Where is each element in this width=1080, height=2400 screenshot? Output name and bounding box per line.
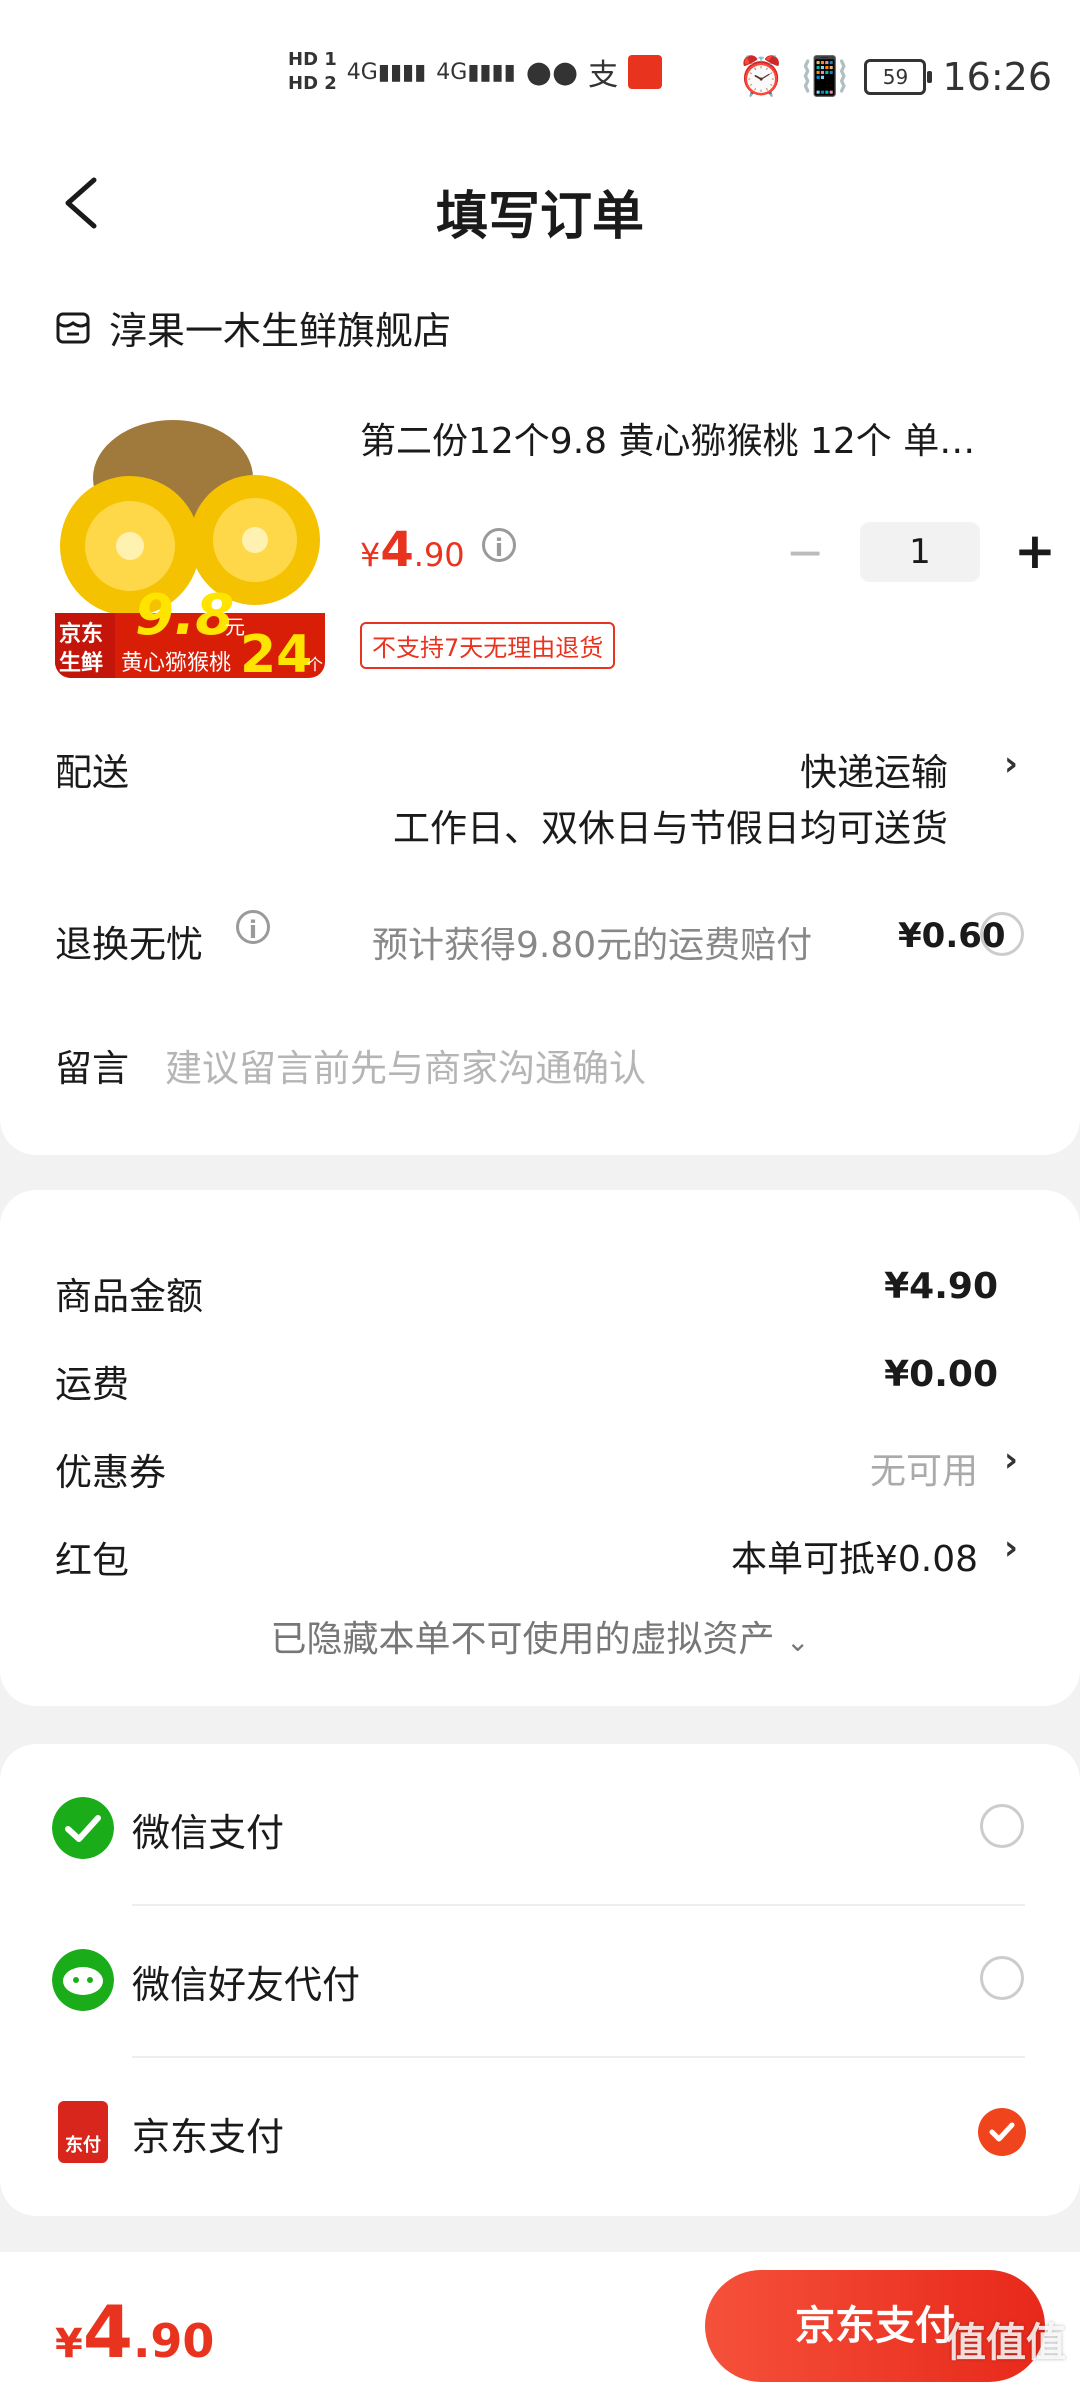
price-info-icon[interactable]: i	[482, 528, 516, 562]
chevron-down-icon: ⌄	[786, 1625, 810, 1658]
battery-icon: 59	[864, 58, 933, 95]
kiwi-image: 京东 生鲜 9.8 元 黄心猕猴桃 24 个	[55, 420, 325, 678]
alarm-icon: ⏰	[737, 54, 786, 98]
redpacket-label: 红包	[55, 1539, 129, 1582]
goods-amount-label: 商品金额	[55, 1275, 203, 1318]
product-price: ¥ 4 .90	[360, 522, 465, 578]
hd2-label: HD 2	[288, 73, 337, 94]
total-price: ¥ 4 .90	[55, 2290, 214, 2374]
status-right: ⏰ 📳 59 16:26	[738, 54, 1052, 99]
no-return-tag: 不支持7天无理由退货	[360, 622, 616, 669]
signal-icon-2: 4G▮▮▮▮	[436, 59, 516, 85]
shop-row[interactable]: 淳果一木生鲜旗舰店	[55, 300, 451, 355]
return-service-label: 退换无忧	[55, 923, 203, 966]
status-left: HD 1 HD 2 4G▮▮▮▮ 4G▮▮▮▮ ●● 支	[288, 48, 663, 96]
payment-radio-jd-checked[interactable]	[978, 2108, 1026, 2156]
shop-icon	[56, 312, 90, 343]
app-notification-icon	[628, 55, 663, 89]
total-decimal: .90	[132, 2314, 215, 2368]
nav-bar: 填写订单	[0, 150, 1080, 260]
payment-option-wechat-friend[interactable]: 微信好友代付	[0, 1904, 1080, 2054]
price-integer: 4	[380, 522, 414, 578]
status-bar: HD 1 HD 2 4G▮▮▮▮ 4G▮▮▮▮ ●● 支 ⏰ 📳 59 16:2…	[0, 0, 1080, 150]
clock: 16:26	[942, 54, 1052, 99]
page-title: 填写订单	[435, 187, 644, 247]
order-item-card: 淳果一木生鲜旗舰店 京东 生鲜 9.8 元 黄心猕猴桃 24 个 第二份12个9…	[0, 260, 1080, 1155]
bottom-bar: ¥ 4 .90 京东支付	[0, 2252, 1080, 2400]
payment-option-jd[interactable]: 东付 京东支付	[0, 2056, 1080, 2206]
payment-label: 微信好友代付	[132, 1963, 361, 2007]
svg-text:京东: 京东	[59, 621, 103, 647]
coupon-label: 优惠券	[55, 1451, 166, 1494]
shop-name: 淳果一木生鲜旗舰店	[109, 309, 452, 353]
svg-text:个: 个	[307, 655, 323, 674]
payment-option-wechat[interactable]: 微信支付	[0, 1752, 1080, 1902]
svg-text:24: 24	[240, 625, 312, 678]
quantity-value[interactable]: 1	[860, 522, 980, 582]
svg-text:黄心猕猴桃: 黄心猕猴桃	[121, 651, 231, 676]
coupon-value[interactable]: 无可用	[870, 1442, 978, 1494]
hidden-assets-label: 已隐藏本单不可使用的虚拟资产	[270, 1619, 775, 1660]
quantity-increase-button[interactable]: +	[1010, 522, 1060, 582]
payment-card: 微信支付 微信好友代付 东付 京东支付	[0, 1744, 1080, 2216]
redpacket-value[interactable]: 本单可抵¥0.08	[731, 1530, 978, 1582]
svg-text:9.8: 9.8	[135, 583, 234, 648]
shipping-label: 运费	[55, 1363, 129, 1406]
payment-radio-wechat-friend[interactable]	[980, 1956, 1024, 2000]
signal-icon: 4G▮▮▮▮	[346, 59, 427, 85]
shipping-value: ¥0.00	[884, 1354, 998, 1395]
return-service-desc: 预计获得9.80元的运费赔付	[372, 925, 813, 966]
hidden-assets-toggle[interactable]: 已隐藏本单不可使用的虚拟资产 ⌄	[0, 1610, 1080, 1662]
watermark: 值值值	[946, 2320, 1066, 2366]
payment-label: 微信支付	[132, 1811, 285, 1855]
payment-radio-wechat[interactable]	[980, 1804, 1024, 1848]
hd1-label: HD 1	[288, 49, 337, 70]
redpacket-chevron-icon[interactable]: ›	[1004, 1528, 1018, 1568]
product-title[interactable]: 第二份12个9.8 黄心猕猴桃 12个 单…	[360, 412, 1010, 464]
delivery-desc: 工作日、双休日与节假日均可送货	[393, 807, 948, 850]
total-integer: 4	[82, 2290, 133, 2374]
amount-card: 商品金额 ¥4.90 运费 ¥0.00 优惠券 无可用 › 红包 本单可抵¥0.…	[0, 1190, 1080, 1706]
message-input[interactable]: 建议留言前先与商家沟通确认	[165, 1038, 646, 1092]
total-symbol: ¥	[55, 2321, 83, 2367]
delivery-label: 配送	[55, 751, 129, 794]
wechat-notification-icon: ●●	[525, 54, 579, 90]
wechat-pay-icon	[52, 1797, 114, 1859]
return-service-radio[interactable]	[980, 912, 1024, 956]
hd-indicator: HD 1 HD 2	[288, 48, 337, 96]
coupon-chevron-icon[interactable]: ›	[1004, 1440, 1018, 1480]
product-image[interactable]: 京东 生鲜 9.8 元 黄心猕猴桃 24 个	[55, 408, 325, 678]
alipay-notification-icon: 支	[588, 58, 619, 93]
svg-text:生鲜: 生鲜	[59, 651, 103, 676]
vibrate-icon: 📳	[801, 54, 849, 98]
payment-label: 京东支付	[132, 2115, 285, 2159]
checkmark-icon	[989, 2122, 1015, 2142]
jd-pay-icon: 东付	[58, 2101, 108, 2163]
return-info-icon[interactable]: i	[236, 910, 270, 944]
delivery-method[interactable]: 快递运输	[800, 742, 948, 796]
price-decimal: .90	[413, 536, 465, 574]
quantity-stepper: − 1 +	[780, 522, 1060, 582]
message-label: 留言	[55, 1047, 129, 1090]
wechat-friend-pay-icon	[52, 1949, 114, 2011]
quantity-decrease-button[interactable]: −	[780, 522, 830, 582]
delivery-chevron-icon[interactable]: ›	[1004, 744, 1018, 784]
goods-amount-value: ¥4.90	[884, 1266, 998, 1307]
price-symbol: ¥	[360, 536, 381, 574]
